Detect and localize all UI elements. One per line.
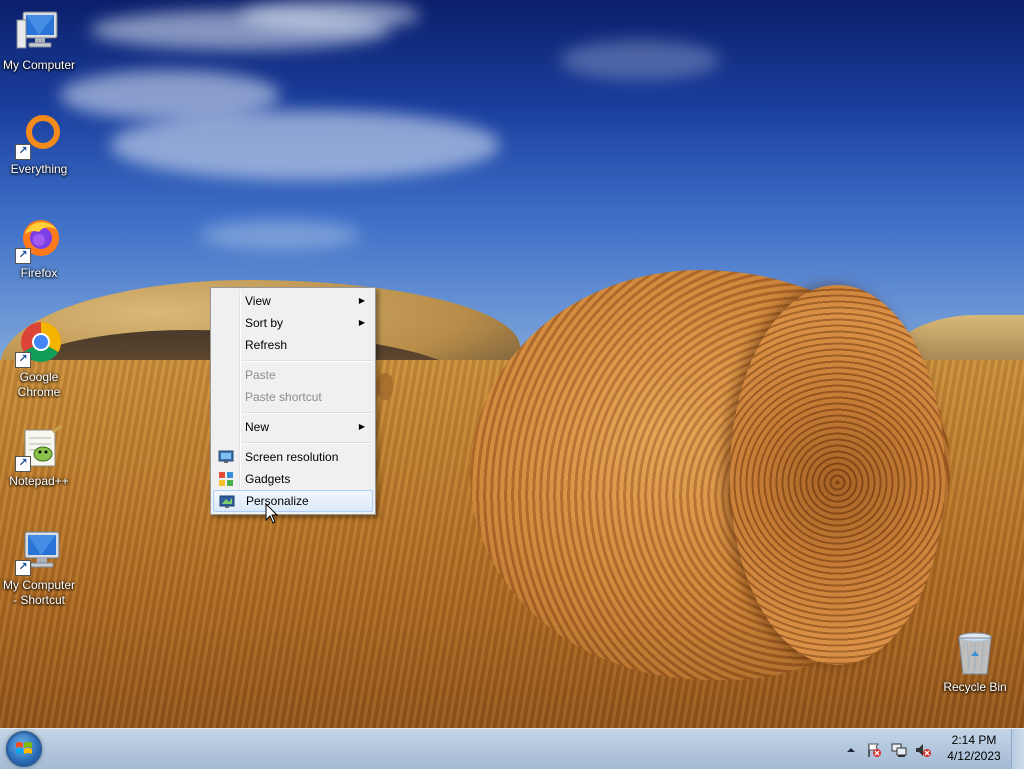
menu-separator [241, 360, 373, 362]
volume-muted-icon[interactable] [915, 742, 931, 758]
taskbar-clock[interactable]: 2:14 PM 4/12/2023 [938, 732, 1010, 764]
chrome-icon: ↗ [15, 320, 63, 368]
show-desktop-button[interactable] [1011, 729, 1024, 769]
shortcut-arrow-icon: ↗ [15, 144, 31, 160]
windows-start-orb-icon [16, 742, 32, 754]
desktop-icon-firefox[interactable]: ↗ Firefox [0, 216, 78, 281]
menu-item-view[interactable]: View ▶ [213, 290, 373, 312]
computer-icon [15, 8, 63, 56]
firefox-icon: ↗ [15, 216, 63, 264]
screen-resolution-icon [218, 449, 234, 465]
menu-item-sort-by[interactable]: Sort by ▶ [213, 312, 373, 334]
desktop-wallpaper[interactable] [0, 0, 1024, 728]
desktop-icon-label: Everything [10, 162, 68, 176]
shortcut-arrow-icon: ↗ [15, 248, 31, 264]
clock-time: 2:14 PM [951, 733, 997, 747]
action-center-flag-icon[interactable] [866, 742, 882, 758]
menu-item-label: Paste [245, 368, 276, 382]
menu-item-screen-resolution[interactable]: Screen resolution [213, 446, 373, 468]
desktop-icon-recycle-bin[interactable]: Recycle Bin [936, 630, 1014, 695]
desktop-icon-google-chrome[interactable]: ↗ Google Chrome [0, 320, 78, 400]
desktop-context-menu: View ▶ Sort by ▶ Refresh Paste Paste sho… [210, 287, 376, 515]
personalize-icon [219, 494, 235, 510]
shortcut-arrow-icon: ↗ [15, 352, 31, 368]
menu-item-label: View [245, 294, 271, 308]
desktop-icon-my-computer-shortcut[interactable]: ↗ My Computer - Shortcut [0, 528, 78, 608]
shortcut-arrow-icon: ↗ [15, 560, 31, 576]
everything-icon: ↗ [15, 112, 63, 160]
recycle-bin-icon [951, 630, 999, 678]
desktop-icon-label: My Computer - Shortcut [2, 578, 76, 607]
menu-item-new[interactable]: New ▶ [213, 416, 373, 438]
desktop-icon-label: Notepad++ [9, 474, 69, 488]
desktop-icon-label: Google Chrome [17, 370, 61, 399]
clock-date: 4/12/2023 [947, 749, 1001, 763]
desktop-icon-label: My Computer [2, 58, 76, 72]
menu-item-paste[interactable]: Paste [213, 364, 373, 386]
menu-item-label: Refresh [245, 338, 288, 352]
gadgets-icon [218, 471, 234, 487]
menu-item-refresh[interactable]: Refresh [213, 334, 373, 356]
notepad-plus-plus-icon: ↗ [15, 424, 63, 472]
submenu-arrow-icon: ▶ [358, 318, 365, 327]
wallpaper-cloud [110, 110, 500, 180]
menu-item-gadgets[interactable]: Gadgets [213, 468, 373, 490]
menu-item-label: Gadgets [245, 472, 291, 486]
wallpaper-cloud [200, 220, 360, 250]
menu-item-label: Screen resolution [245, 450, 339, 464]
submenu-arrow-icon: ▶ [358, 422, 365, 431]
menu-item-label: New [245, 420, 270, 434]
desktop-icon-everything[interactable]: ↗ Everything [0, 112, 78, 177]
taskbar: 2:14 PM 4/12/2023 [0, 728, 1024, 769]
start-button[interactable] [6, 731, 42, 767]
menu-separator [241, 412, 373, 414]
menu-item-label: Sort by [245, 316, 284, 330]
menu-item-paste-shortcut[interactable]: Paste shortcut [213, 386, 373, 408]
desktop-icon-my-computer[interactable]: My Computer [0, 8, 78, 73]
wallpaper-small-bale [377, 373, 393, 400]
network-icon[interactable] [891, 742, 907, 758]
menu-separator [241, 442, 373, 444]
submenu-arrow-icon: ▶ [358, 296, 365, 305]
desktop-icon-label: Recycle Bin [943, 680, 1007, 694]
computer-icon: ↗ [15, 528, 63, 576]
shortcut-arrow-icon: ↗ [15, 456, 31, 472]
show-hidden-icons-chevron[interactable] [843, 742, 859, 758]
desktop-icon-notepad-plus-plus[interactable]: ↗ Notepad++ [0, 424, 78, 489]
menu-item-label: Paste shortcut [245, 390, 322, 404]
wallpaper-cloud [240, 0, 420, 30]
menu-item-personalize[interactable]: Personalize [213, 490, 373, 512]
wallpaper-cloud [560, 40, 720, 80]
wallpaper-hay-bale-face [730, 285, 945, 665]
desktop-icon-label: Firefox [20, 266, 58, 280]
